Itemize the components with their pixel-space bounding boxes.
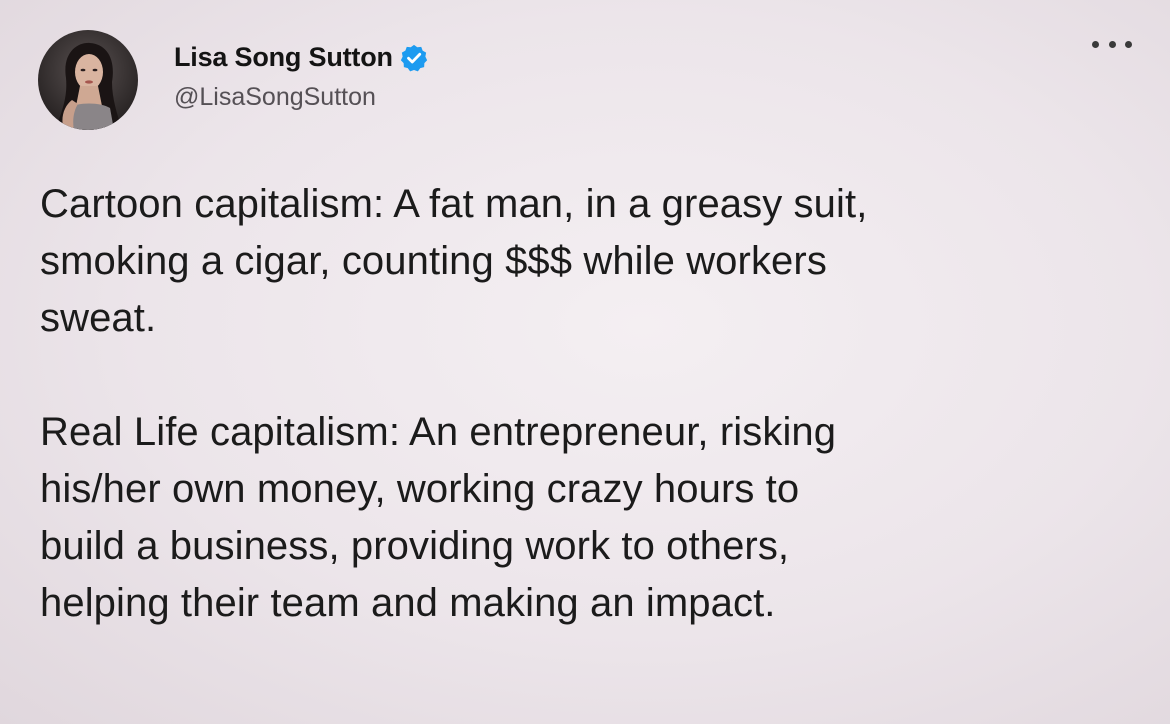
tweet-card: Lisa Song Sutton @LisaSongSutton Cartoon… — [0, 0, 1170, 724]
tweet-line: Cartoon capitalism: A fat man, in a grea… — [40, 182, 868, 226]
more-dot — [1125, 40, 1132, 48]
tweet-line: smoking a cigar, counting $$$ while work… — [40, 239, 827, 283]
tweet-line: sweat. — [40, 296, 157, 340]
tweet-line: build a business, providing work to othe… — [40, 524, 790, 568]
avatar[interactable] — [38, 30, 138, 130]
more-dot — [1108, 40, 1116, 48]
tweet-text: Cartoon capitalism: A fat man, in a grea… — [40, 176, 1130, 632]
tweet-line: his/her own money, working crazy hours t… — [40, 467, 800, 511]
tweet-line: helping their team and making an impact. — [40, 581, 776, 625]
tweet-header: Lisa Song Sutton @LisaSongSutton — [38, 30, 429, 130]
tweet-line: Real Life capitalism: An entrepreneur, r… — [40, 410, 837, 454]
verified-badge-icon — [399, 43, 429, 73]
more-dot — [1092, 40, 1099, 48]
author-handle[interactable]: @LisaSongSutton — [174, 83, 429, 112]
more-options-icon[interactable] — [1092, 32, 1132, 56]
profile-photo-avatar — [38, 30, 138, 130]
author-info: Lisa Song Sutton @LisaSongSutton — [174, 42, 429, 112]
name-row: Lisa Song Sutton — [174, 42, 429, 73]
tweet-paragraph: Real Life capitalism: An entrepreneur, r… — [40, 404, 1130, 632]
author-display-name[interactable]: Lisa Song Sutton — [174, 42, 393, 73]
tweet-paragraph: Cartoon capitalism: A fat man, in a grea… — [40, 176, 1130, 347]
